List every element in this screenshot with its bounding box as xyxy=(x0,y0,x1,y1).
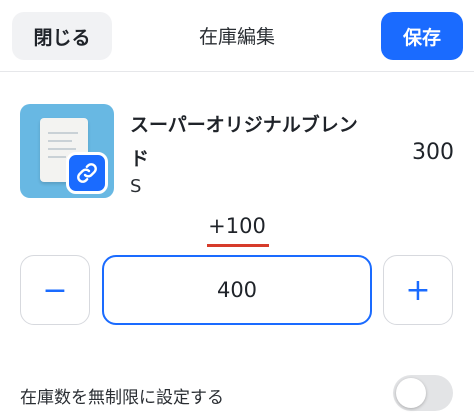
stock-delta: +100 xyxy=(208,214,266,238)
product-variant: S xyxy=(130,176,142,197)
current-stock: 300 xyxy=(412,140,454,165)
decrement-button[interactable]: − xyxy=(20,255,90,325)
product-thumbnail xyxy=(20,104,114,198)
delta-underline xyxy=(207,244,269,247)
link-icon[interactable] xyxy=(66,152,108,194)
increment-button[interactable]: + xyxy=(383,255,453,325)
quantity-input[interactable] xyxy=(102,255,372,325)
toggle-knob xyxy=(396,378,426,408)
unlimited-stock-toggle[interactable] xyxy=(393,375,453,411)
product-name: スーパーオリジナルブレンド xyxy=(130,114,358,170)
unlimited-stock-label: 在庫数を無制限に設定する xyxy=(20,388,224,408)
save-button[interactable]: 保存 xyxy=(381,12,463,60)
modal-header: 閉じる 在庫編集 保存 xyxy=(0,0,474,72)
